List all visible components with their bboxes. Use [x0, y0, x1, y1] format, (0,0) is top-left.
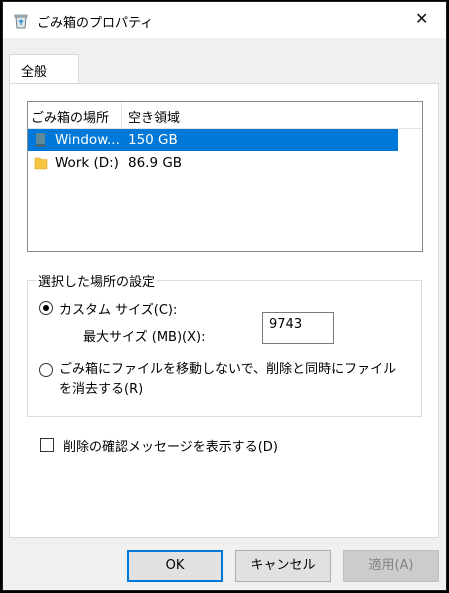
tab-panel: ごみ箱の場所 空き領域 Window... 150 GB Work (D:) 8… — [9, 83, 439, 538]
column-header-location[interactable]: ごみ箱の場所 — [31, 107, 109, 126]
group-legend: 選択した場所の設定 — [36, 271, 158, 290]
free-space-value: 86.9 GB — [128, 155, 183, 171]
column-header-free-space[interactable]: 空き領域 — [128, 107, 180, 126]
recycle-bin-icon — [13, 13, 29, 29]
confirm-delete-label[interactable]: 削除の確認メッセージを表示する(D) — [63, 436, 278, 455]
drive-icon — [34, 132, 48, 148]
apply-button[interactable]: 適用(A) — [343, 550, 439, 582]
folder-icon — [34, 155, 48, 171]
window-title: ごみ箱のプロパティ — [37, 16, 154, 31]
title-bar: ごみ箱のプロパティ ✕ — [3, 2, 446, 38]
cancel-button[interactable]: キャンセル — [235, 550, 331, 582]
location-list[interactable]: ごみ箱の場所 空き領域 Window... 150 GB Work (D:) 8… — [27, 101, 423, 252]
properties-dialog: ごみ箱のプロパティ ✕ 全般 ごみ箱の場所 空き領域 Window... 150… — [2, 1, 447, 591]
list-header: ごみ箱の場所 空き領域 — [28, 102, 422, 129]
custom-size-radio[interactable] — [39, 301, 53, 315]
tab-general[interactable]: 全般 — [9, 54, 79, 84]
close-icon: ✕ — [415, 9, 429, 28]
column-divider[interactable] — [121, 102, 122, 128]
list-item[interactable]: Window... 150 GB — [28, 129, 398, 151]
confirm-delete-checkbox[interactable] — [40, 438, 54, 452]
custom-size-label[interactable]: カスタム サイズ(C): — [59, 299, 177, 318]
delete-immediately-label[interactable]: ごみ箱にファイルを移動しないで、削除と同時にファイルを消去する(R) — [59, 360, 409, 400]
tab-label: 全般 — [21, 65, 48, 80]
location-name: Work (D:) — [55, 155, 119, 171]
delete-immediately-radio[interactable] — [39, 363, 53, 377]
list-item[interactable]: Work (D:) 86.9 GB — [28, 152, 398, 174]
close-button[interactable]: ✕ — [400, 2, 446, 38]
max-size-input[interactable]: 9743 — [262, 312, 334, 344]
location-name: Window... — [55, 132, 120, 148]
free-space-value: 150 GB — [128, 132, 178, 148]
location-settings-group: 選択した場所の設定 カスタム サイズ(C): 最大サイズ (MB)(X): 97… — [27, 271, 422, 417]
ok-button[interactable]: OK — [127, 550, 223, 582]
max-size-label: 最大サイズ (MB)(X): — [83, 330, 206, 345]
